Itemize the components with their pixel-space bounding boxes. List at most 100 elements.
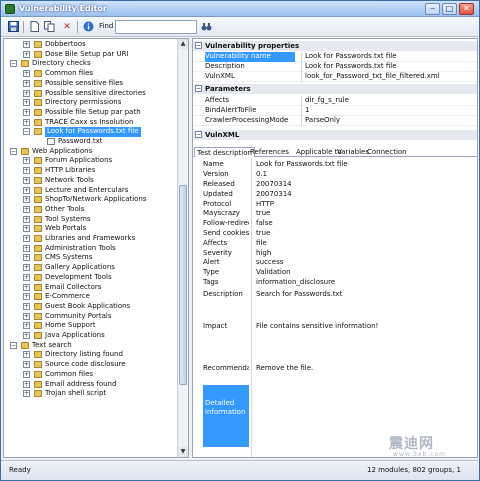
detail-value[interactable]: high <box>251 248 473 257</box>
collapse-icon[interactable]: − <box>10 341 17 349</box>
tree-group-item[interactable]: + Lecture and Enterculars <box>4 186 178 196</box>
tree-group-item[interactable]: + Development Tools <box>4 273 178 283</box>
expand-icon[interactable]: + <box>23 79 30 87</box>
property-value[interactable]: look_for_Password_txt_file_filtered.xml <box>301 72 471 82</box>
detail-value[interactable]: information_disclosure <box>251 277 473 286</box>
expand-icon[interactable]: + <box>23 283 30 291</box>
tree-group-item[interactable]: − Look for Passwords.txt file <box>4 127 178 137</box>
detail-value[interactable]: file <box>251 238 473 247</box>
expand-icon[interactable]: + <box>23 41 30 48</box>
detail-value[interactable]: 20070314 <box>251 179 473 188</box>
property-value[interactable]: dir_fg_s_rule <box>301 96 471 106</box>
section-header-vulnxml[interactable]: − VulnXML <box>193 130 477 140</box>
detail-row[interactable]: Follow-redirectsfalse <box>193 219 477 229</box>
tree-scrollbar[interactable]: ▲ ▼ <box>177 39 188 457</box>
tree-group-item[interactable]: + Possible sensitive files <box>4 79 178 89</box>
expand-icon[interactable]: + <box>23 293 30 301</box>
detail-value[interactable]: 20070314 <box>251 189 473 198</box>
detail-row[interactable]: Type Validation <box>193 268 477 278</box>
tree-group-item[interactable]: + CMS Systems <box>4 253 178 263</box>
collapse-icon[interactable]: − <box>195 85 202 92</box>
tree-group-item[interactable]: + Trojan shell script <box>4 389 178 399</box>
detail-value[interactable]: true <box>251 228 473 237</box>
expand-icon[interactable]: + <box>23 70 30 78</box>
tree-group-item[interactable]: + Gallery Applications <box>4 263 178 273</box>
expand-icon[interactable]: + <box>23 273 30 281</box>
section-header-vulnerability-properties[interactable]: − Vulnerability properties <box>193 41 477 51</box>
tree-group-item[interactable]: + Common files <box>4 370 178 380</box>
property-value[interactable]: Look for Passwords.txt file <box>301 52 471 62</box>
detail-value[interactable]: 0.1 <box>251 170 473 179</box>
tree-file-item[interactable]: Password.txt <box>4 137 178 147</box>
expand-icon[interactable]: + <box>23 235 30 242</box>
detail-row[interactable]: Send cookies true <box>193 228 477 239</box>
vulnerability-tree[interactable]: + Dobbertoos + Dose Bile Setup par URI − Dire… <box>4 39 178 457</box>
property-row[interactable]: BindAlertToFile 1 <box>193 106 477 116</box>
tree-group-item[interactable]: + Tool Systems <box>4 215 178 225</box>
tree-group-item[interactable]: + Source code disclosure <box>4 360 178 370</box>
tree-group-item[interactable]: + Email Collectors <box>4 283 178 293</box>
expand-icon[interactable]: + <box>23 196 30 204</box>
detail-value[interactable]: Remove the file. <box>251 363 473 372</box>
tree-group-item[interactable]: + Java Applications <box>4 331 178 341</box>
collapse-icon[interactable]: − <box>195 42 202 49</box>
tree-group-item[interactable]: + Common files <box>4 69 178 79</box>
tree-group-item[interactable]: + Dose Bile Setup par URI <box>4 50 178 60</box>
property-value[interactable]: 1 <box>301 106 471 116</box>
detail-value[interactable]: true <box>251 209 473 218</box>
maximize-button[interactable]: □ <box>442 3 457 15</box>
expand-icon[interactable]: + <box>23 390 30 398</box>
detail-row[interactable]: Version 0.1 <box>193 170 477 180</box>
tree-group-item[interactable]: + Possible sensitive directories <box>4 89 178 99</box>
detail-row[interactable]: Tags information_disclosure <box>193 277 477 288</box>
expand-icon[interactable]: + <box>23 186 30 194</box>
tree-group-item[interactable]: + Community Portals <box>4 312 178 322</box>
expand-icon[interactable]: + <box>23 205 30 213</box>
tab-references[interactable]: References <box>248 147 291 157</box>
binoculars-icon[interactable] <box>200 21 212 33</box>
detail-value[interactable]: false <box>251 219 473 228</box>
collapse-icon[interactable]: − <box>10 147 17 155</box>
tree-group-item[interactable]: + Guest Book Applications <box>4 302 178 312</box>
tree-group-item[interactable]: + Administration Tools <box>4 244 178 254</box>
detail-row[interactable]: Severity high <box>193 248 477 258</box>
find-input[interactable] <box>115 20 197 34</box>
new-icon[interactable] <box>28 21 40 33</box>
expand-icon[interactable]: + <box>23 176 30 184</box>
tab-test-description[interactable]: Test description <box>194 147 255 157</box>
tree-group-item[interactable]: + Possible file Setup par path <box>4 108 178 118</box>
tree-group-item[interactable]: + Email address found <box>4 380 178 390</box>
detail-row[interactable]: Detailed information <box>193 385 477 448</box>
tree-folder-item[interactable]: − Directory checks <box>4 59 178 69</box>
expand-icon[interactable]: + <box>23 351 30 359</box>
property-row[interactable]: Description Look for Passwords.txt file <box>193 62 477 72</box>
expand-icon[interactable]: + <box>23 215 30 223</box>
expand-icon[interactable]: + <box>23 302 30 310</box>
detail-row[interactable]: Released 20070314 <box>193 179 477 190</box>
tree-group-item[interactable]: + Home Support <box>4 321 178 331</box>
collapse-icon[interactable]: − <box>23 128 30 136</box>
detail-row[interactable]: Affects file <box>193 238 477 248</box>
detail-value[interactable]: Look for Passwords.txt file <box>251 160 473 169</box>
close-button[interactable]: ✕ <box>459 3 474 15</box>
detail-row[interactable]: Updated 20070314 <box>193 189 477 199</box>
tree-group-item[interactable]: + Web Portals <box>4 224 178 234</box>
property-row[interactable]: Affects dir_fg_s_rule <box>193 96 477 106</box>
expand-icon[interactable]: + <box>23 264 30 272</box>
tree-group-item[interactable]: + Directory permissions <box>4 98 178 108</box>
delete-icon[interactable]: ✕ <box>61 21 73 33</box>
expand-icon[interactable]: + <box>23 108 30 116</box>
expand-icon[interactable]: + <box>23 99 30 107</box>
detail-value[interactable]: success <box>251 258 473 267</box>
collapse-icon[interactable]: − <box>10 60 17 68</box>
tab-connection[interactable]: Connection <box>365 147 409 157</box>
tree-group-item[interactable]: + Network Tools <box>4 176 178 186</box>
detail-row[interactable]: Mayscrazy true <box>193 209 477 219</box>
tree-group-item[interactable]: + Directory listing found <box>4 350 178 360</box>
save-icon[interactable] <box>7 21 19 33</box>
tree-group-item[interactable]: + Forum Applications <box>4 156 178 166</box>
vulnerability-tree-pane[interactable]: + Dobbertoos + Dose Bile Setup par URI − Dire… <box>3 38 189 458</box>
expand-icon[interactable]: + <box>23 332 30 339</box>
scrollbar-thumb[interactable] <box>179 185 187 385</box>
expand-icon[interactable]: + <box>23 157 30 165</box>
